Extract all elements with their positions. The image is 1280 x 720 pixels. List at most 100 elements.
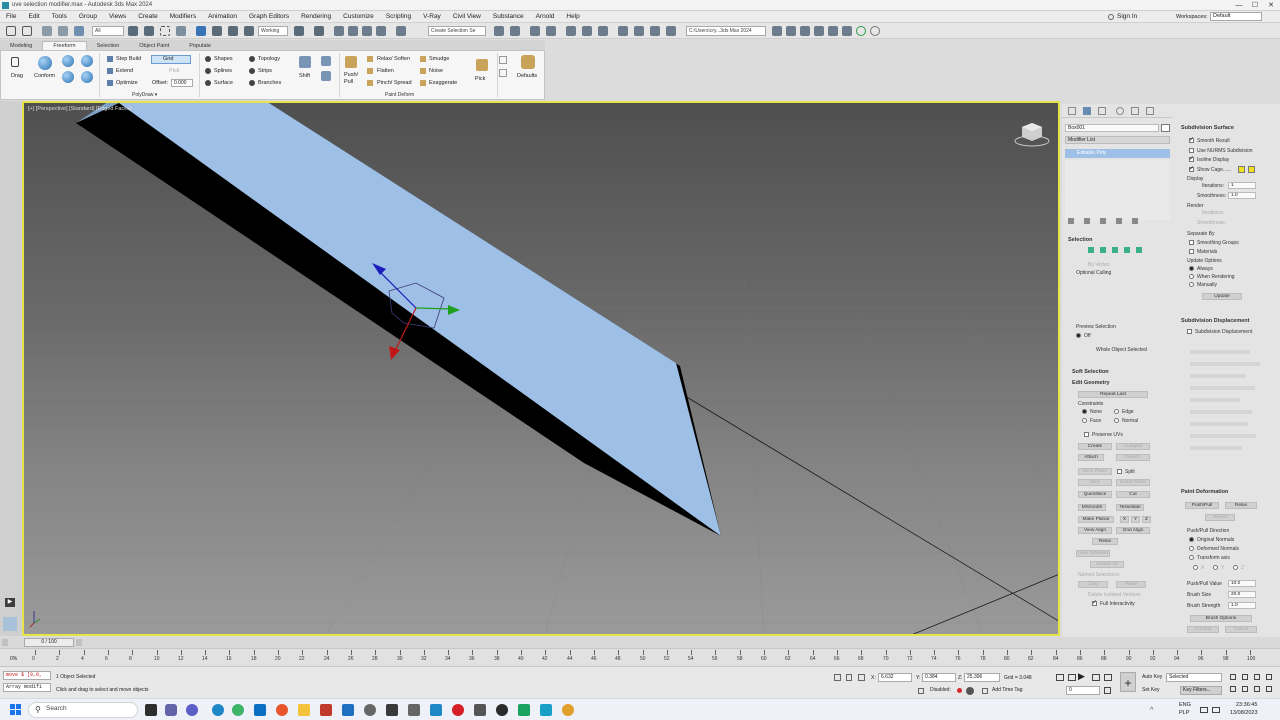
tab-modeling[interactable]: Modeling [0, 42, 42, 50]
relax-geometry-button[interactable]: Relax [1092, 538, 1118, 545]
zoom-icon[interactable] [1230, 674, 1236, 680]
object-name-field[interactable]: Box001 [1065, 124, 1159, 132]
toolbar-icon-c[interactable] [800, 26, 810, 36]
lock-selection-icon[interactable] [846, 674, 852, 681]
slice-button[interactable]: Slice [1078, 479, 1112, 486]
redo-icon[interactable] [22, 26, 32, 36]
file-explorer-icon[interactable] [298, 704, 310, 716]
split-checkbox[interactable] [1117, 469, 1122, 474]
viewport-thumbnail[interactable] [3, 617, 17, 631]
detach-button[interactable]: Detach [1116, 454, 1150, 461]
viewport-label[interactable]: [+] [Perspective] [Standard] [Edged Face… [28, 106, 132, 112]
app-icon-f[interactable] [430, 704, 442, 716]
ribbon-mini-icon[interactable] [499, 56, 507, 64]
toolbar-icon-b[interactable] [786, 26, 796, 36]
app-icon-b[interactable] [342, 704, 354, 716]
object-color-swatch[interactable] [1161, 124, 1170, 132]
shift-option-icon-2[interactable] [321, 71, 331, 81]
slice-plane-button[interactable]: Slice Plane [1078, 468, 1112, 475]
conform-move-icon[interactable] [81, 55, 93, 67]
menu-edit[interactable]: Edit [22, 13, 45, 20]
flatten-button[interactable]: Flatten [377, 68, 394, 74]
utilities-tab-icon[interactable] [1146, 107, 1154, 115]
reset-plane-button[interactable]: Reset Plane [1116, 479, 1150, 486]
menu-file[interactable]: File [0, 13, 22, 20]
brush-strength-spinner[interactable]: 1.0 [1228, 602, 1256, 609]
conform-icon[interactable] [38, 56, 52, 70]
toolbar-icon-a[interactable] [772, 26, 782, 36]
app-icon-d[interactable] [386, 704, 398, 716]
delete-isolated-label[interactable]: Delete Isolated Vertices [1088, 592, 1141, 598]
menu-civil-view[interactable]: Civil View [447, 13, 487, 20]
make-planar-button[interactable]: Make Planar [1078, 516, 1114, 523]
soft-selection-rollout-header[interactable]: Soft Selection [1072, 369, 1109, 375]
noise-button[interactable]: Noise [429, 68, 443, 74]
app-icon-i[interactable] [518, 704, 530, 716]
push-pull-paint-button[interactable]: Push/Pull [1185, 502, 1219, 509]
axis-y-radio[interactable] [1213, 565, 1218, 570]
attach-button[interactable]: Attach [1078, 454, 1104, 461]
surface-button[interactable]: Surface [214, 80, 233, 86]
element-icon[interactable] [1136, 247, 1142, 253]
menu-group[interactable]: Group [73, 13, 103, 20]
render-setup-icon[interactable] [618, 26, 628, 36]
zoom-extents-all-icon[interactable] [1266, 674, 1272, 680]
app-icon-h[interactable] [496, 704, 508, 716]
toolbar-icon-f[interactable] [842, 26, 852, 36]
menu-create[interactable]: Create [132, 13, 164, 20]
edit-geometry-rollout-header[interactable]: Edit Geometry [1072, 380, 1110, 386]
paste-button[interactable]: Paste [1116, 581, 1146, 588]
branches-button[interactable]: Branches [258, 80, 281, 86]
taskbar-search-box[interactable] [28, 702, 138, 718]
menu-vray[interactable]: V-Ray [417, 13, 447, 20]
materials-checkbox[interactable] [1189, 249, 1194, 254]
sign-in-link[interactable]: Sign In [1117, 13, 1137, 20]
maxscript-listener-input[interactable]: Array modifi [3, 683, 51, 692]
time-slider-next[interactable] [76, 639, 82, 646]
align-icon[interactable] [510, 26, 520, 36]
trackbar-icon[interactable]: 0% [10, 656, 17, 662]
settings-icon[interactable] [870, 26, 880, 36]
axis-z-radio[interactable] [1233, 565, 1238, 570]
app-icon-g[interactable] [474, 704, 486, 716]
push-pull-icon[interactable] [345, 56, 357, 68]
time-slider-thumb[interactable]: 0 / 100 [24, 638, 74, 647]
collapse-button[interactable]: Collapse [1116, 443, 1150, 450]
z-coord-field[interactable]: 25.396 [964, 673, 1000, 682]
smoothness-spinner[interactable]: 1.0 [1228, 192, 1256, 199]
by-vertex-checkbox-label[interactable]: By Vertex [1088, 262, 1109, 268]
select-by-name-icon[interactable] [144, 26, 154, 36]
workspaces-dropdown[interactable]: Default [1210, 12, 1262, 21]
tray-chevron-icon[interactable]: ^ [1150, 707, 1153, 714]
menu-animation[interactable]: Animation [202, 13, 243, 20]
polydraw-group-label[interactable]: PolyDraw ▾ [132, 92, 157, 98]
smooth-result-checkbox[interactable] [1189, 136, 1194, 143]
link-icon[interactable] [42, 26, 52, 36]
menu-graph-editors[interactable]: Graph Editors [243, 13, 295, 20]
border-icon[interactable] [1112, 247, 1118, 253]
preserve-uvs-checkbox[interactable] [1084, 432, 1089, 437]
constraint-none-radio[interactable] [1082, 409, 1087, 414]
app-icon-e[interactable] [408, 704, 420, 716]
edge-icon[interactable] [212, 704, 224, 716]
app-icon-j[interactable] [562, 704, 574, 716]
orbit-icon[interactable] [1254, 686, 1260, 692]
full-interactivity-checkbox[interactable] [1092, 599, 1097, 606]
use-nurms-checkbox[interactable] [1189, 148, 1194, 153]
project-path-dropdown[interactable]: C:\Users\cry...3ds Max 2024 [686, 26, 766, 36]
shift-icon[interactable] [299, 56, 311, 68]
msmooth-button[interactable]: MSmooth [1078, 504, 1106, 511]
remove-modifier-icon[interactable] [1116, 218, 1122, 224]
place-icon[interactable] [244, 26, 254, 36]
planar-x-button[interactable]: X [1120, 516, 1129, 523]
tab-populate[interactable]: Populate [179, 42, 221, 50]
clock-time[interactable]: 23:36:45 [1236, 702, 1257, 708]
gizmo-x-arrow[interactable] [389, 346, 400, 360]
angle-snap-icon[interactable] [348, 26, 358, 36]
relax-soften-button[interactable]: Relax/ Soften [377, 56, 410, 62]
rendered-frame-icon[interactable] [634, 26, 644, 36]
network-icon[interactable] [1200, 707, 1208, 713]
pinch-spread-button[interactable]: Pinch/ Spread [377, 80, 412, 86]
cut-button[interactable]: Cut [1116, 491, 1150, 498]
original-normals-radio[interactable] [1189, 537, 1194, 542]
